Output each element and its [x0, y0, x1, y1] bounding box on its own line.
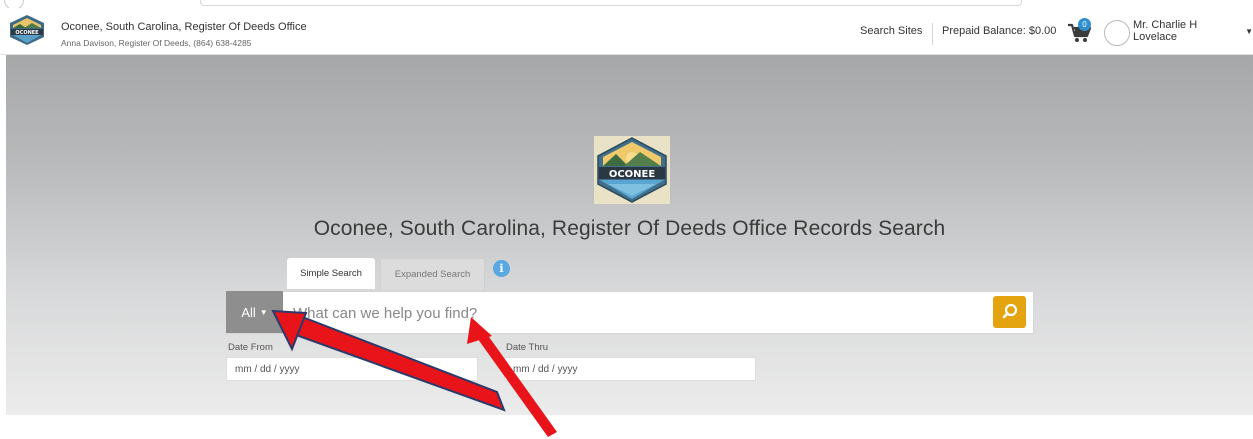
caret-down-icon: ▼	[259, 307, 268, 317]
prepaid-balance: Prepaid Balance: $0.00	[942, 25, 1057, 37]
date-thru-input[interactable]	[504, 357, 756, 381]
caret-down-icon: ▼	[1245, 26, 1253, 36]
date-from-input[interactable]	[226, 357, 478, 381]
search-scope-label: All	[241, 304, 256, 320]
search-icon	[1002, 303, 1018, 319]
user-avatar[interactable]	[1104, 20, 1130, 46]
svg-text:OCONEE: OCONEE	[609, 169, 656, 180]
browser-chrome-strip	[0, 0, 1253, 10]
cart-count-badge: 0	[1078, 18, 1091, 31]
tab-expanded-search[interactable]: Expanded Search	[380, 258, 485, 290]
office-contact: Anna Davison, Register Of Deeds, (864) 6…	[61, 38, 252, 48]
header-divider	[932, 23, 933, 45]
page-title: Oconee, South Carolina, Register Of Deed…	[313, 217, 946, 240]
search-input[interactable]	[291, 299, 995, 327]
date-from-label: Date From	[228, 342, 273, 353]
oconee-county-logo: OCONEE	[594, 136, 670, 204]
search-scope-dropdown[interactable]: All ▼	[226, 291, 283, 333]
user-name: Mr. Charlie H Lovelace	[1133, 19, 1198, 43]
date-thru-label: Date Thru	[506, 342, 549, 353]
search-button[interactable]	[993, 296, 1026, 328]
info-icon[interactable]: i	[493, 260, 510, 277]
browser-address-bar-edge	[200, 0, 1022, 6]
search-hero: OCONEE Oconee, South Carolina, Register …	[6, 55, 1253, 415]
tab-simple-search[interactable]: Simple Search	[287, 258, 375, 289]
office-name: Oconee, South Carolina, Register Of Deed…	[61, 21, 307, 33]
oconee-logo-icon[interactable]: OCONEE	[10, 15, 44, 45]
user-menu[interactable]: Mr. Charlie H Lovelace ▼	[1133, 8, 1253, 54]
site-header: OCONEE Oconee, South Carolina, Register …	[0, 8, 1253, 55]
search-sites-link[interactable]: Search Sites	[860, 8, 922, 54]
page-bottom	[0, 415, 1253, 439]
